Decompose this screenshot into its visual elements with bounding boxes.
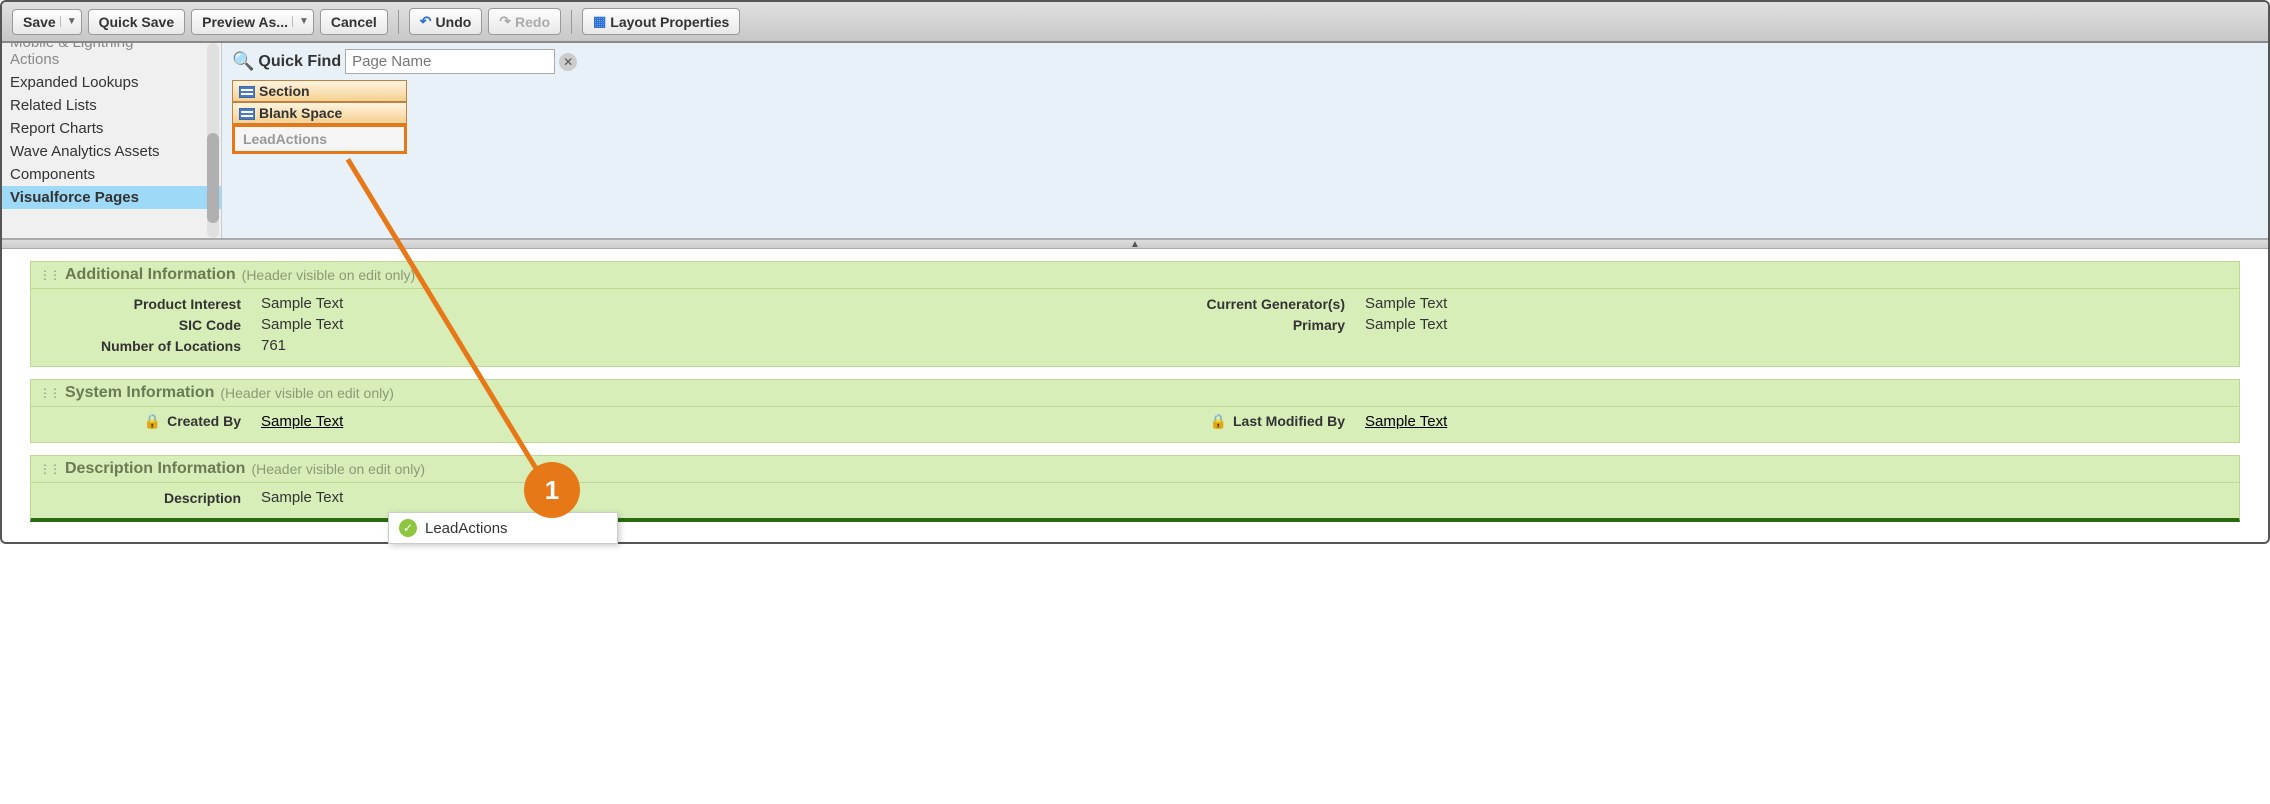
sidebar-item[interactable]: Mobile & LightningActions — [2, 43, 221, 71]
preview-dropdown-caret[interactable]: ▼ — [292, 16, 309, 27]
layout-field[interactable]: 🔒Created BySample Text — [31, 411, 1135, 432]
field-label: 🔒Last Modified By — [1135, 413, 1355, 430]
field-label: Current Generator(s) — [1135, 296, 1355, 312]
sidebar-item[interactable]: Report Charts — [2, 117, 221, 140]
blank-space-icon — [239, 107, 255, 119]
section-icon — [239, 85, 255, 97]
field-label: Number of Locations — [31, 338, 251, 354]
sidebar-scrollbar-thumb[interactable] — [207, 133, 219, 223]
palette-panel: Mobile & LightningActionsExpanded Lookup… — [2, 43, 2268, 239]
layout-field[interactable]: 🔒Last Modified BySample Text — [1135, 411, 2239, 432]
section-title: System Information — [65, 384, 214, 402]
quickfind-label: Quick Find — [258, 53, 341, 71]
layout-canvas: ⋮⋮ Additional Information (Header visible … — [2, 261, 2268, 542]
quickfind-input[interactable] — [345, 49, 555, 74]
layout-properties-button[interactable]: ▦ Layout Properties — [582, 8, 740, 35]
layout-field[interactable]: PrimarySample Text — [1135, 314, 2239, 335]
collapse-up-icon: ▲ — [1130, 239, 1140, 250]
annotation-badge: 1 — [524, 462, 580, 518]
check-icon: ✓ — [399, 519, 417, 537]
save-button[interactable]: Save▼ — [12, 9, 82, 35]
layout-props-icon: ▦ — [593, 13, 606, 30]
field-value: Sample Text — [1355, 413, 1447, 430]
section-subtitle: (Header visible on edit only) — [242, 267, 416, 283]
section-header[interactable]: ⋮⋮ System Information (Header visible on e… — [31, 380, 2239, 407]
lock-icon: 🔒 — [144, 413, 161, 429]
layout-section[interactable]: ⋮⋮ Additional Information (Header visible … — [30, 261, 2240, 367]
drag-handle-icon[interactable]: ⋮⋮ — [39, 386, 59, 400]
cancel-button[interactable]: Cancel — [320, 9, 388, 35]
layout-field[interactable]: Number of Locations761 — [31, 335, 1135, 356]
field-value: Sample Text — [251, 489, 343, 506]
field-label: Description — [31, 490, 251, 506]
save-dropdown-caret[interactable]: ▼ — [60, 16, 77, 27]
section-title: Additional Information — [65, 266, 236, 284]
sidebar-item[interactable]: Wave Analytics Assets — [2, 140, 221, 163]
toolbar: Save▼ Quick Save Preview As...▼ Cancel ↶… — [2, 2, 2268, 43]
section-header[interactable]: ⋮⋮ Additional Information (Header visible … — [31, 262, 2239, 289]
field-label: Primary — [1135, 317, 1355, 333]
palette-item-label: LeadActions — [243, 131, 327, 147]
layout-field[interactable]: DescriptionSample Text — [31, 487, 1135, 508]
palette-item-label: Section — [259, 83, 310, 99]
undo-button[interactable]: ↶ Undo — [409, 8, 483, 35]
redo-icon: ↷ — [499, 13, 511, 30]
layout-section[interactable]: ⋮⋮ System Information (Header visible on e… — [30, 379, 2240, 443]
layout-field[interactable]: Current Generator(s)Sample Text — [1135, 293, 2239, 314]
drag-ghost-label: LeadActions — [425, 520, 508, 537]
drag-handle-icon[interactable]: ⋮⋮ — [39, 268, 59, 282]
layout-field[interactable]: SIC CodeSample Text — [31, 314, 1135, 335]
palette-item-vf[interactable]: LeadActions — [232, 124, 407, 154]
lock-icon: 🔒 — [1210, 413, 1227, 429]
drag-handle-icon[interactable]: ⋮⋮ — [39, 462, 59, 476]
palette-item-blank[interactable]: Blank Space — [232, 102, 407, 124]
palette-item-label: Blank Space — [259, 105, 342, 121]
redo-button[interactable]: ↷ Redo — [488, 8, 561, 35]
section-subtitle: (Header visible on edit only) — [220, 385, 394, 401]
field-label: SIC Code — [31, 317, 251, 333]
sidebar-item[interactable]: Components — [2, 163, 221, 186]
sidebar-item[interactable]: Visualforce Pages — [2, 186, 221, 209]
toolbar-divider — [571, 10, 572, 34]
undo-icon: ↶ — [420, 13, 432, 30]
layout-section[interactable]: ⋮⋮ Description Information (Header visible… — [30, 455, 2240, 522]
field-label: Product Interest — [31, 296, 251, 312]
search-icon: 🔍 — [232, 51, 254, 72]
field-value: Sample Text — [1355, 316, 1447, 333]
field-value: Sample Text — [1355, 295, 1447, 312]
layout-field[interactable]: Product InterestSample Text — [31, 293, 1135, 314]
section-title: Description Information — [65, 460, 245, 478]
palette-items: Section Blank Space LeadActions — [232, 80, 407, 154]
sidebar-item[interactable]: Related Lists — [2, 94, 221, 117]
field-label: 🔒Created By — [31, 413, 251, 430]
preview-as-button[interactable]: Preview As...▼ — [191, 9, 314, 35]
section-subtitle: (Header visible on edit only) — [251, 461, 425, 477]
drag-ghost: ✓ LeadActions — [388, 512, 618, 544]
section-header[interactable]: ⋮⋮ Description Information (Header visible… — [31, 456, 2239, 483]
field-value: 761 — [251, 337, 286, 354]
field-value: Sample Text — [251, 413, 343, 430]
field-value: Sample Text — [251, 295, 343, 312]
palette-item-section[interactable]: Section — [232, 80, 407, 102]
palette-category-list: Mobile & LightningActionsExpanded Lookup… — [2, 43, 222, 238]
quick-save-button[interactable]: Quick Save — [88, 9, 186, 35]
quickfind-clear-icon[interactable]: ✕ — [559, 53, 577, 71]
field-value: Sample Text — [251, 316, 343, 333]
toolbar-divider — [398, 10, 399, 34]
sidebar-item[interactable]: Expanded Lookups — [2, 71, 221, 94]
palette-collapse-handle[interactable]: ▲ — [2, 239, 2268, 249]
